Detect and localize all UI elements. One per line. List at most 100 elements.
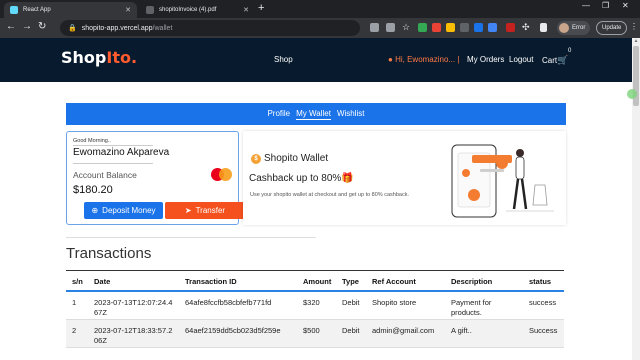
update-label: Update: [602, 25, 622, 31]
cart-icon: 🛒: [557, 55, 569, 65]
browser-tab-strip: React App ✕ shopitoInvoice (4).pdf ✕ + —…: [0, 0, 640, 18]
column-header-amount: Amount: [303, 277, 332, 286]
nav-my-orders-link[interactable]: My Orders: [467, 55, 504, 64]
nav-cart-link[interactable]: Cart🛒: [542, 55, 568, 66]
tab-wishlist[interactable]: Wishlist: [337, 109, 365, 119]
extension-icon[interactable]: [460, 23, 469, 32]
install-app-icon[interactable]: [370, 23, 379, 32]
cell-description: Payment for products.: [451, 298, 492, 317]
promo-title: $ Shopito Wallet: [251, 153, 328, 164]
minimize-icon[interactable]: —: [582, 1, 590, 10]
cell-description: A gift..: [451, 326, 472, 335]
update-button[interactable]: Update: [596, 21, 628, 35]
balance-amount: $180.20: [73, 184, 113, 196]
extension-icon[interactable]: [474, 23, 483, 32]
balance-label: Account Balance: [73, 170, 137, 180]
logo-main: Shop: [61, 48, 107, 67]
tab-my-wallet[interactable]: My Wallet: [296, 109, 331, 120]
cell-amount: $500: [303, 326, 320, 335]
cart-count-badge: 0: [568, 48, 572, 54]
greeting-text: Hi, Ewomazino... |: [395, 55, 460, 64]
deposit-label: Deposit Money: [102, 206, 156, 215]
tab-title: shopitoInvoice (4).pdf: [159, 7, 217, 13]
cell-type: Debit: [342, 326, 360, 335]
back-arrow-icon[interactable]: ←: [6, 21, 16, 32]
window-close-icon[interactable]: ✕: [622, 1, 629, 10]
close-icon[interactable]: ✕: [243, 6, 249, 14]
react-favicon-icon: [10, 6, 18, 14]
wallet-balance-card: Good Morning.. Ewomazino Akpareva Accoun…: [66, 131, 245, 225]
scroll-up-icon[interactable]: ▲: [633, 38, 639, 45]
site-logo[interactable]: ShopIto.: [61, 48, 137, 67]
mastercard-logo-icon: [211, 168, 233, 182]
reload-icon[interactable]: ↻: [38, 21, 46, 32]
wallet-promo-banner: $ Shopito Wallet Cashback up to 80%🎁 Use…: [243, 131, 566, 225]
column-header-status: status: [529, 277, 552, 286]
column-header-transaction-id: Transaction ID: [185, 277, 237, 286]
transfer-button[interactable]: ➤ Transfer: [165, 202, 245, 219]
column-header-date: Date: [94, 277, 111, 286]
tab-profile[interactable]: Profile: [267, 109, 290, 119]
cell-type: Debit: [342, 298, 360, 307]
transactions-table: s/n Date Transaction ID Amount Type Ref …: [66, 270, 564, 348]
browser-toolbar: ← → ↻ 🔒 shopito-app.vercel.app/wallet ☆ …: [0, 18, 640, 38]
new-tab-icon[interactable]: +: [258, 2, 264, 14]
nav-logout-link[interactable]: Logout: [509, 55, 533, 64]
share-icon[interactable]: [386, 23, 395, 32]
profile-error-label: Error: [572, 25, 586, 31]
maximize-icon[interactable]: ❐: [602, 1, 609, 10]
table-header-row: s/n Date Transaction ID Amount Type Ref …: [66, 270, 564, 292]
browser-tab-react-app[interactable]: React App ✕: [4, 2, 137, 18]
nav-greeting[interactable]: ● Hi, Ewomazino... |: [388, 55, 459, 64]
nav-shop-link[interactable]: Shop: [274, 55, 293, 64]
column-header-sn: s/n: [72, 277, 83, 286]
column-header-ref-account: Ref Account: [372, 277, 416, 286]
send-icon: ➤: [184, 206, 192, 215]
extension-icon[interactable]: [418, 23, 427, 32]
side-panel-icon[interactable]: [540, 23, 547, 32]
cell-transaction-id: 64aef2159dd5cb023d5f259e: [185, 326, 281, 335]
cursor-indicator: [627, 89, 637, 99]
account-holder-name: Ewomazino Akpareva: [73, 147, 170, 158]
deposit-money-button[interactable]: ⊕ Deposit Money: [84, 202, 163, 219]
cell-ref-account: Shopito store: [372, 298, 417, 307]
url-path: /wallet: [152, 24, 173, 32]
promo-subtitle-text: Cashback up to 80%: [249, 173, 342, 184]
promo-description: Use your shopito wallet at checkout and …: [250, 192, 409, 198]
transactions-heading: Transactions: [66, 245, 152, 262]
puzzle-extensions-icon[interactable]: ✣: [522, 22, 530, 33]
wallet-illustration: [451, 144, 554, 218]
forward-arrow-icon[interactable]: →: [22, 21, 32, 32]
divider: [73, 145, 153, 146]
cell-sn: 2: [72, 326, 77, 335]
pdf-favicon-icon: [146, 6, 154, 14]
cell-status: success: [529, 298, 557, 307]
menu-dots-icon[interactable]: ⋮: [630, 22, 638, 31]
extension-icon[interactable]: [506, 23, 515, 32]
table-row[interactable]: 1 2023-07-13T12:07:24.467Z 64afe8fccfb58…: [66, 292, 564, 320]
avatar: [559, 23, 569, 33]
cell-ref-account: admin@gmail.com: [372, 326, 435, 335]
gift-icon: 🎁: [341, 173, 354, 184]
dollar-icon: ⊕: [91, 206, 99, 215]
divider: [73, 163, 153, 164]
profile-error-button[interactable]: Error: [557, 21, 591, 35]
transfer-label: Transfer: [195, 206, 226, 215]
cell-amount: $320: [303, 298, 320, 307]
address-bar[interactable]: 🔒 shopito-app.vercel.app/wallet: [60, 20, 360, 36]
extension-icon[interactable]: [488, 23, 497, 32]
browser-tab-invoice-pdf[interactable]: shopitoInvoice (4).pdf ✕: [140, 2, 255, 18]
close-icon[interactable]: ✕: [125, 6, 131, 14]
cell-transaction-id: 64afe8fccfb58cbfefb771fd: [185, 298, 272, 307]
extension-icon[interactable]: [446, 23, 455, 32]
cell-date: 2023-07-12T18:33:57.206Z: [94, 326, 173, 345]
logo-accent: Ito.: [106, 48, 138, 67]
extension-icon[interactable]: [432, 23, 441, 32]
column-header-description: Description: [451, 277, 493, 286]
promo-subtitle: Cashback up to 80%🎁: [249, 173, 354, 184]
url-host: shopito-app.vercel.app: [81, 24, 153, 32]
bookmark-star-icon[interactable]: ☆: [402, 22, 410, 33]
cell-date: 2023-07-13T12:07:24.467Z: [94, 298, 173, 317]
table-row[interactable]: 2 2023-07-12T18:33:57.206Z 64aef2159dd5c…: [66, 320, 564, 348]
dollar-coin-icon: $: [251, 153, 261, 164]
